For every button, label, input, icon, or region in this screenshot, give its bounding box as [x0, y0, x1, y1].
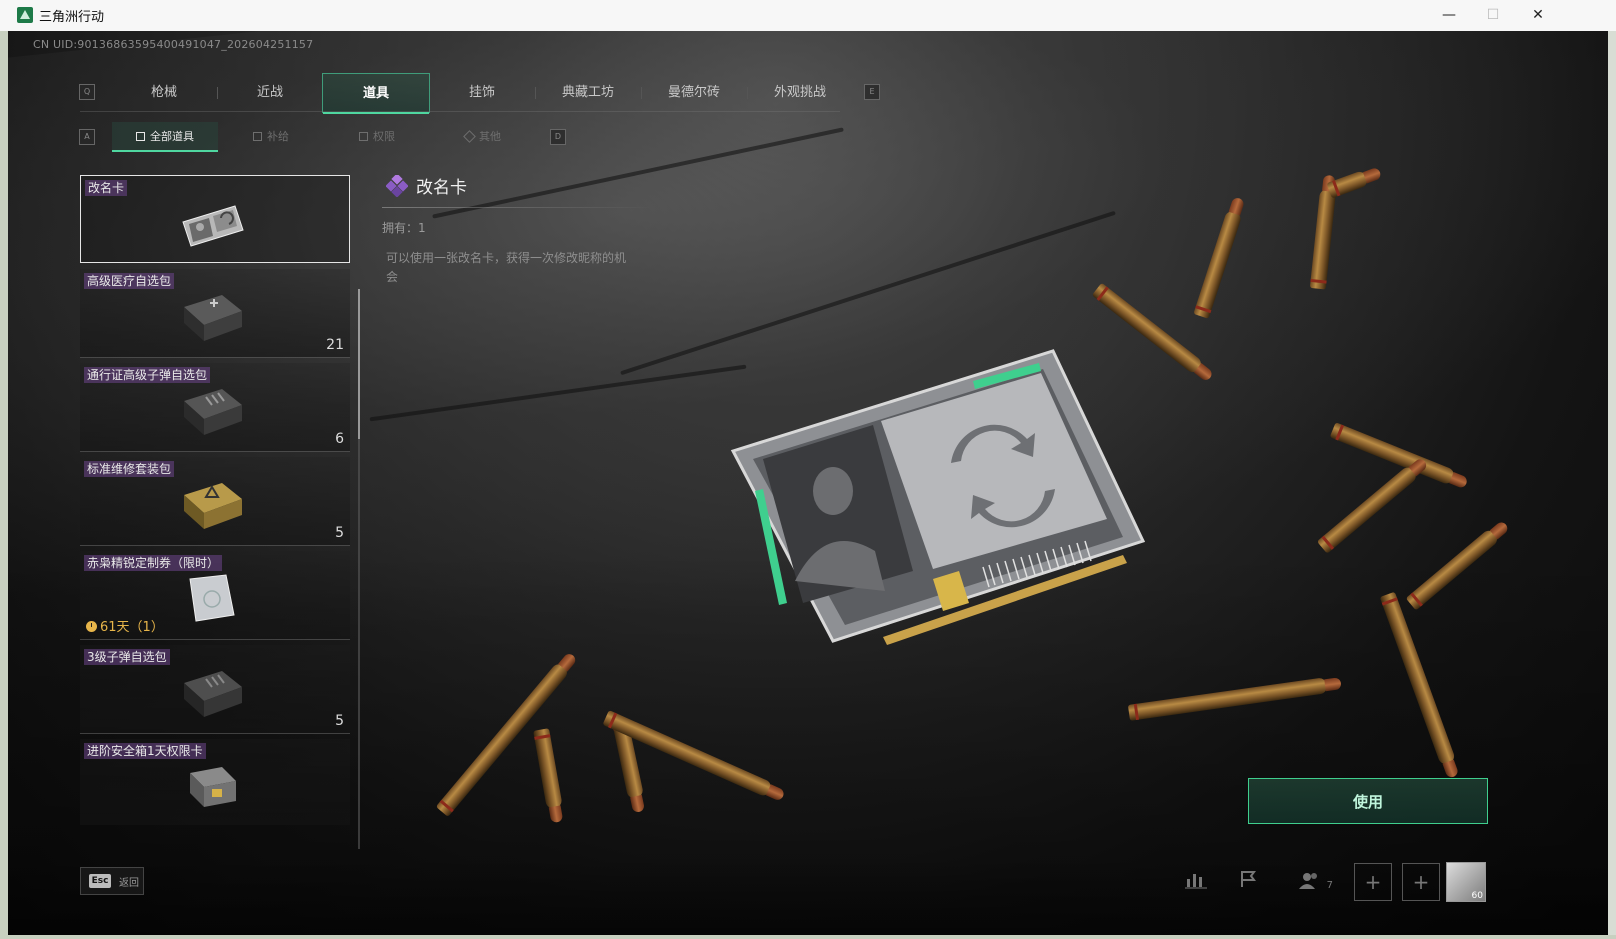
desktop-right-edge: [1608, 31, 1616, 935]
use-button[interactable]: 使用: [1248, 778, 1488, 824]
app-logo-icon: [17, 7, 33, 23]
window-title: 三角洲行动: [39, 10, 105, 25]
list-item-safe-box-permission-card[interactable]: 进阶安全箱1天权限卡: [80, 739, 350, 825]
tab-collection-workshop[interactable]: 典藏工坊: [534, 73, 642, 113]
tab-appearance-challenge[interactable]: 外观挑战: [746, 73, 854, 113]
list-item-advanced-medical-pack[interactable]: 高级医疗自选包 21: [80, 269, 350, 358]
voucher-bag-icon: [189, 574, 235, 622]
rename-card-preview: [730, 349, 1146, 645]
esc-key-icon: Esc: [89, 874, 111, 888]
add-slot-button[interactable]: +: [1402, 863, 1440, 901]
item-count: 5: [335, 713, 344, 729]
subtab-label: 补给: [267, 130, 289, 143]
list-item-pass-advanced-ammo-pack[interactable]: 通行证高级子弹自选包 6: [80, 363, 350, 452]
close-button[interactable]: ✕: [1515, 0, 1561, 31]
ammo-pack-icon: [184, 671, 242, 717]
diamond-icon: [463, 130, 476, 143]
ammo-pack-icon: [184, 389, 242, 435]
tab-label: 典藏工坊: [561, 85, 614, 100]
item-name: 通行证高级子弹自选包: [84, 367, 211, 383]
subtab-other[interactable]: 其他: [430, 122, 536, 152]
friends-button[interactable]: 7: [1292, 869, 1340, 897]
tab-label: 外观挑战: [773, 85, 826, 100]
tab-label: 挂饰: [468, 85, 495, 100]
tab-items[interactable]: 道具: [322, 73, 430, 114]
list-item-standard-repair-kit[interactable]: 标准维修套装包 5: [80, 457, 350, 546]
avatar-level: 60: [1471, 891, 1483, 901]
add-slot-button[interactable]: +: [1354, 863, 1392, 901]
desktop-bottom-edge: [0, 935, 1616, 939]
detail-divider: [382, 207, 652, 208]
timer-text: 61天（1）: [100, 620, 164, 635]
desktop-left-edge: [0, 31, 8, 935]
back-label: 返回: [119, 878, 139, 889]
item-count: 6: [335, 431, 344, 447]
tab-next-key[interactable]: E: [864, 84, 880, 100]
tab-melee[interactable]: 近战: [216, 73, 324, 113]
detail-description: 可以使用一张改名卡，获得一次修改昵称的机会: [386, 251, 627, 284]
tab-label: 曼德尔砖: [667, 85, 720, 100]
item-name: 改名卡: [85, 180, 128, 196]
item-list: 改名卡 高级医疗自选包 21 通行证高级子弹自选包 6 标准维修套装包 5 赤枭…: [80, 175, 352, 825]
quality-diamond-icon: [386, 175, 408, 197]
item-name: 赤枭精锐定制券（限时）: [84, 555, 223, 571]
item-count: 5: [335, 525, 344, 541]
supply-icon: [253, 132, 262, 141]
list-item-chixiao-elite-voucher[interactable]: 赤枭精锐定制券（限时） 61天（1）: [80, 551, 350, 640]
item-name: 标准维修套装包: [84, 461, 175, 477]
grid-icon: [136, 132, 145, 141]
list-item-level3-ammo-pack[interactable]: 3级子弹自选包 5: [80, 645, 350, 734]
repair-kit-icon: [184, 483, 242, 529]
item-timer: 61天（1）: [86, 616, 164, 635]
tabs-divider: [80, 111, 840, 112]
subtab-label: 全部道具: [150, 130, 194, 143]
flag-icon[interactable]: [1234, 869, 1262, 897]
lock-icon: [359, 132, 368, 141]
stats-chart-icon[interactable]: [1182, 869, 1210, 897]
friends-count: 7: [1326, 880, 1334, 891]
subtab-supply[interactable]: 补给: [218, 122, 324, 152]
subtab-prev-key[interactable]: A: [79, 129, 95, 145]
item-count: 21: [326, 337, 344, 353]
back-button[interactable]: Esc 返回: [80, 867, 144, 895]
game-viewport: CN UID:9013686359540049104­7_20260425115…: [8, 31, 1608, 935]
tab-label: 近战: [256, 85, 283, 100]
item-list-scroll-thumb[interactable]: [358, 289, 360, 439]
subtab-permission[interactable]: 权限: [324, 122, 430, 152]
avatar[interactable]: 60: [1446, 862, 1486, 902]
item-name: 高级医疗自选包: [84, 273, 175, 289]
maximize-button[interactable]: ☐: [1470, 0, 1516, 31]
subtab-all-items[interactable]: 全部道具: [112, 122, 218, 152]
clock-icon: [86, 621, 97, 632]
tab-mandel-brick[interactable]: 曼德尔砖: [640, 73, 748, 113]
player-uid: CN UID:9013686359540049104­7_20260425115…: [33, 38, 314, 51]
item-name: 进阶安全箱1天权限卡: [84, 743, 206, 759]
minimize-button[interactable]: —: [1426, 0, 1472, 31]
tab-prev-key[interactable]: Q: [79, 84, 95, 100]
tab-guns[interactable]: 枪械: [110, 73, 218, 113]
owned-count: 拥有：1: [382, 221, 426, 235]
friends-icon: [1298, 873, 1317, 889]
rename-card-icon: [182, 205, 244, 247]
subtab-next-key[interactable]: D: [550, 129, 566, 145]
tab-label: 道具: [362, 86, 389, 101]
detail-title: 改名卡: [416, 178, 467, 198]
tab-charms[interactable]: 挂饰: [428, 73, 536, 113]
medical-pack-icon: [184, 295, 242, 341]
item-name: 3级子弹自选包: [84, 649, 170, 665]
safe-box-icon: [190, 767, 236, 807]
list-item-rename-card[interactable]: 改名卡: [80, 175, 350, 263]
subtab-label: 其他: [479, 130, 501, 143]
subtab-label: 权限: [373, 130, 395, 143]
window-titlebar: 三角洲行动 — ☐ ✕: [0, 0, 1616, 32]
tab-label: 枪械: [150, 85, 177, 100]
